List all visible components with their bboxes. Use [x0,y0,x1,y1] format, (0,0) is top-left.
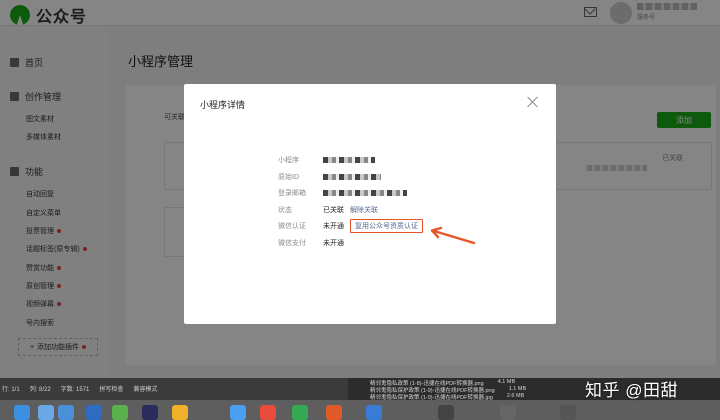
app-icon[interactable] [86,405,102,420]
detail-label: 状态 [278,207,292,214]
redacted-value [323,157,375,163]
app-icon[interactable] [260,405,276,420]
app-icon[interactable] [38,405,54,420]
app-icon[interactable] [58,405,74,420]
app-icon[interactable] [500,405,516,420]
detail-row-pay: 微信支付 未开通 [278,237,344,249]
detail-row-verify: 微信认证 未开通 复用公众号资质认证 [278,219,423,233]
app-icon[interactable] [560,405,576,420]
detail-row-email: 登录邮箱 [278,187,407,199]
app-icon[interactable] [366,405,382,420]
close-icon[interactable] [526,95,540,109]
detail-label: 原始ID [278,174,299,181]
verify-value: 未开通 [323,223,344,230]
annotation-arrow-icon [430,226,476,245]
app-icon[interactable] [438,405,454,420]
detail-label: 登录邮箱 [278,190,306,197]
app-icon[interactable] [112,405,128,420]
redacted-value [323,174,381,180]
detail-label: 微信支付 [278,240,306,247]
detail-row-name: 小程序 [278,154,375,166]
app-icon[interactable] [142,405,158,420]
app-icon[interactable] [292,405,308,420]
status-compat-mode: 兼容模式 [133,387,158,393]
reuse-verification-link[interactable]: 复用公众号资质认证 [350,219,423,233]
watermark: 知乎 @田甜 [585,381,678,400]
pay-value: 未开通 [323,240,344,247]
detail-label: 小程序 [278,157,299,164]
app-icon[interactable] [230,405,246,420]
dialog-title: 小程序详情 [200,100,246,110]
status-value: 已关联 [323,207,344,214]
status-word-count: 字数: 1571 [60,387,90,393]
detail-row-id: 原始ID [278,171,381,183]
unlink-link[interactable]: 解除关联 [350,205,378,215]
mini-program-detail-dialog: 小程序详情 小程序 原始ID 登录邮箱 状态 已关联 解除关联 微信认证 未开通… [184,84,556,324]
app-icon[interactable] [172,405,188,420]
status-line: 行: 1/1 [2,387,20,393]
status-spellcheck[interactable]: 拼写检查 [99,384,123,393]
detail-row-status: 状态 已关联 解除关联 [278,204,378,216]
finder-icon[interactable] [14,405,30,420]
redacted-value [323,190,407,196]
app-icon[interactable] [326,405,342,420]
dock [0,400,720,420]
status-column: 列: 8/22 [29,387,51,393]
detail-label: 微信认证 [278,223,306,230]
